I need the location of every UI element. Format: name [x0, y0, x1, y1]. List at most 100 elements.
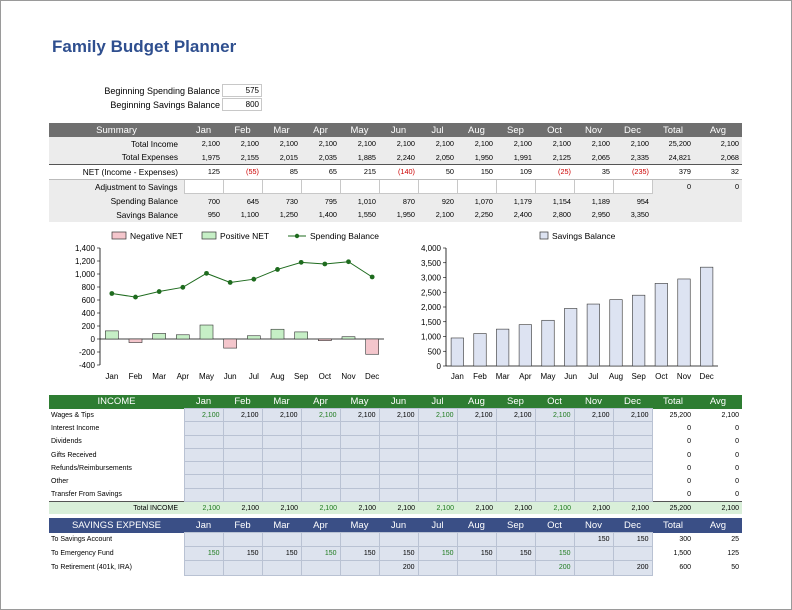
income-input[interactable] — [222, 421, 263, 436]
savings-input[interactable] — [612, 546, 653, 562]
savings-input[interactable]: 150 — [339, 546, 380, 562]
income-input[interactable] — [417, 461, 458, 476]
adjustment-input[interactable] — [612, 178, 653, 195]
income-input[interactable] — [534, 487, 575, 503]
income-input[interactable] — [222, 487, 263, 503]
income-input[interactable] — [378, 474, 419, 489]
income-input[interactable]: 2,100 — [534, 407, 575, 423]
income-input[interactable]: 2,100 — [612, 407, 653, 423]
savings-input[interactable] — [573, 546, 614, 562]
savings-input[interactable] — [300, 531, 341, 548]
income-input[interactable] — [417, 487, 458, 503]
savings-input[interactable] — [261, 531, 302, 548]
income-input[interactable] — [300, 447, 341, 463]
savings-input[interactable]: 200 — [534, 560, 575, 576]
beginning-savings-input[interactable]: 800 — [222, 98, 262, 111]
income-input[interactable] — [339, 461, 380, 476]
savings-input[interactable]: 150 — [261, 546, 302, 562]
income-input[interactable] — [573, 421, 614, 436]
income-input[interactable]: 2,100 — [417, 407, 458, 423]
income-input[interactable] — [183, 474, 224, 489]
income-input[interactable] — [261, 447, 302, 463]
income-input[interactable] — [456, 421, 497, 436]
savings-input[interactable]: 150 — [378, 546, 419, 562]
adjustment-input[interactable] — [573, 178, 614, 195]
income-input[interactable] — [261, 474, 302, 489]
adjustment-input[interactable] — [339, 178, 380, 195]
income-input[interactable] — [261, 434, 302, 449]
income-input[interactable]: 2,100 — [183, 407, 224, 423]
income-input[interactable] — [534, 474, 575, 489]
income-input[interactable] — [573, 434, 614, 449]
income-input[interactable] — [456, 487, 497, 503]
savings-input[interactable] — [495, 531, 536, 548]
income-input[interactable] — [495, 421, 536, 436]
savings-input[interactable] — [417, 531, 458, 548]
income-input[interactable] — [261, 461, 302, 476]
income-input[interactable] — [183, 461, 224, 476]
income-input[interactable] — [183, 447, 224, 463]
income-input[interactable] — [612, 421, 653, 436]
income-input[interactable] — [534, 447, 575, 463]
income-input[interactable] — [573, 461, 614, 476]
savings-input[interactable] — [456, 531, 497, 548]
savings-input[interactable] — [573, 560, 614, 576]
income-input[interactable] — [573, 447, 614, 463]
income-input[interactable] — [534, 421, 575, 436]
income-input[interactable] — [339, 421, 380, 436]
income-input[interactable] — [417, 474, 458, 489]
adjustment-input[interactable] — [534, 178, 575, 195]
income-input[interactable]: 2,100 — [573, 407, 614, 423]
income-input[interactable] — [378, 447, 419, 463]
income-input[interactable] — [222, 447, 263, 463]
income-input[interactable] — [534, 434, 575, 449]
savings-input[interactable]: 150 — [534, 546, 575, 562]
income-input[interactable] — [339, 487, 380, 503]
income-input[interactable] — [261, 421, 302, 436]
savings-input[interactable] — [534, 531, 575, 548]
income-input[interactable] — [456, 461, 497, 476]
adjustment-input[interactable] — [261, 178, 302, 195]
savings-input[interactable]: 150 — [456, 546, 497, 562]
income-input[interactable] — [495, 461, 536, 476]
income-input[interactable] — [378, 421, 419, 436]
savings-input[interactable] — [417, 560, 458, 576]
income-input[interactable] — [300, 474, 341, 489]
income-input[interactable] — [339, 474, 380, 489]
income-input[interactable]: 2,100 — [261, 407, 302, 423]
income-input[interactable]: 2,100 — [300, 407, 341, 423]
savings-input[interactable]: 150 — [612, 531, 653, 548]
income-input[interactable] — [417, 434, 458, 449]
savings-input[interactable] — [222, 560, 263, 576]
income-input[interactable] — [339, 434, 380, 449]
income-input[interactable]: 2,100 — [456, 407, 497, 423]
savings-input[interactable] — [378, 531, 419, 548]
income-input[interactable]: 2,100 — [222, 407, 263, 423]
adjustment-input[interactable] — [222, 178, 263, 195]
income-input[interactable] — [300, 487, 341, 503]
savings-input[interactable] — [183, 531, 224, 548]
income-input[interactable] — [612, 434, 653, 449]
savings-input[interactable] — [261, 560, 302, 576]
income-input[interactable] — [300, 421, 341, 436]
income-input[interactable] — [417, 447, 458, 463]
income-input[interactable] — [534, 461, 575, 476]
income-input[interactable] — [300, 461, 341, 476]
income-input[interactable] — [261, 487, 302, 503]
income-input[interactable] — [183, 487, 224, 503]
adjustment-input[interactable] — [300, 178, 341, 195]
savings-input[interactable]: 150 — [417, 546, 458, 562]
income-input[interactable] — [495, 447, 536, 463]
income-input[interactable] — [612, 474, 653, 489]
income-input[interactable] — [222, 461, 263, 476]
savings-input[interactable] — [222, 531, 263, 548]
income-input[interactable]: 2,100 — [495, 407, 536, 423]
savings-input[interactable]: 150 — [222, 546, 263, 562]
income-input[interactable] — [339, 447, 380, 463]
income-input[interactable] — [183, 421, 224, 436]
savings-input[interactable] — [456, 560, 497, 576]
adjustment-input[interactable] — [495, 178, 536, 195]
income-input[interactable] — [222, 434, 263, 449]
income-input[interactable] — [456, 474, 497, 489]
savings-input[interactable]: 200 — [378, 560, 419, 576]
